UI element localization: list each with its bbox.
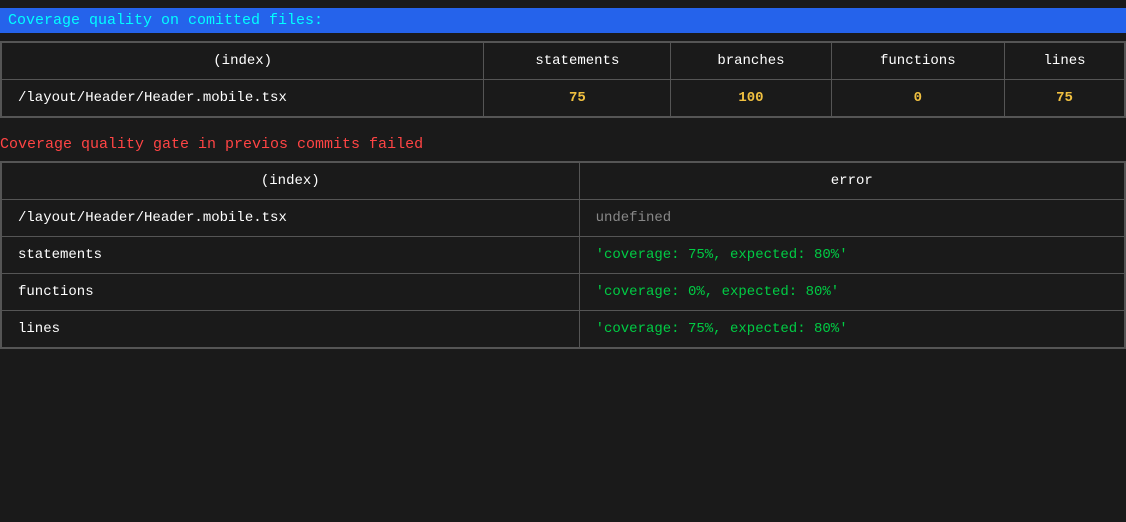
col-header-statements: statements bbox=[484, 43, 671, 80]
page-container: Coverage quality on comitted files: (ind… bbox=[0, 0, 1126, 369]
gate-table-row-lines: lines 'coverage: 75%, expected: 80%' bbox=[2, 311, 1125, 348]
gate-table-header-row: (index) error bbox=[2, 163, 1125, 200]
gate-table-row-file: /layout/Header/Header.mobile.tsx undefin… bbox=[2, 200, 1125, 237]
gate-undefined-label: undefined bbox=[596, 210, 1108, 226]
col-header-lines: lines bbox=[1005, 43, 1125, 80]
gate-table: (index) error /layout/Header/Header.mobi… bbox=[1, 162, 1125, 348]
col-header-functions: functions bbox=[831, 43, 1005, 80]
quality-row-lines: 75 bbox=[1005, 80, 1125, 117]
quality-table-header-row: (index) statements branches functions li… bbox=[2, 43, 1125, 80]
gate-statements-value: 'coverage: 75%, expected: 80%' bbox=[579, 237, 1124, 274]
quality-table: (index) statements branches functions li… bbox=[1, 42, 1125, 117]
gate-functions-label: functions bbox=[2, 274, 580, 311]
gate-row-index: /layout/Header/Header.mobile.tsx bbox=[2, 200, 580, 237]
gate-row-error-cell: undefined bbox=[579, 200, 1124, 237]
coverage-quality-title: Coverage quality on comitted files: bbox=[0, 8, 1126, 33]
gate-statements-label: statements bbox=[2, 237, 580, 274]
gate-functions-value: 'coverage: 0%, expected: 80%' bbox=[579, 274, 1124, 311]
gate-col-header-error: error bbox=[579, 163, 1124, 200]
quality-table-row: /layout/Header/Header.mobile.tsx 75 100 … bbox=[2, 80, 1125, 117]
quality-row-index: /layout/Header/Header.mobile.tsx bbox=[2, 80, 484, 117]
quality-row-branches: 100 bbox=[671, 80, 831, 117]
col-header-branches: branches bbox=[671, 43, 831, 80]
quality-row-functions: 0 bbox=[831, 80, 1005, 117]
gate-col-header-index: (index) bbox=[2, 163, 580, 200]
quality-table-wrapper: (index) statements branches functions li… bbox=[0, 41, 1126, 118]
gate-lines-value: 'coverage: 75%, expected: 80%' bbox=[579, 311, 1124, 348]
quality-row-statements: 75 bbox=[484, 80, 671, 117]
gate-table-row-functions: functions 'coverage: 0%, expected: 80%' bbox=[2, 274, 1125, 311]
gate-table-wrapper: (index) error /layout/Header/Header.mobi… bbox=[0, 161, 1126, 349]
gate-table-row-statements: statements 'coverage: 75%, expected: 80%… bbox=[2, 237, 1125, 274]
coverage-gate-title: Coverage quality gate in previos commits… bbox=[0, 130, 1126, 161]
gate-file-name: /layout/Header/Header.mobile.tsx bbox=[18, 210, 563, 226]
col-header-index: (index) bbox=[2, 43, 484, 80]
gate-lines-label: lines bbox=[2, 311, 580, 348]
